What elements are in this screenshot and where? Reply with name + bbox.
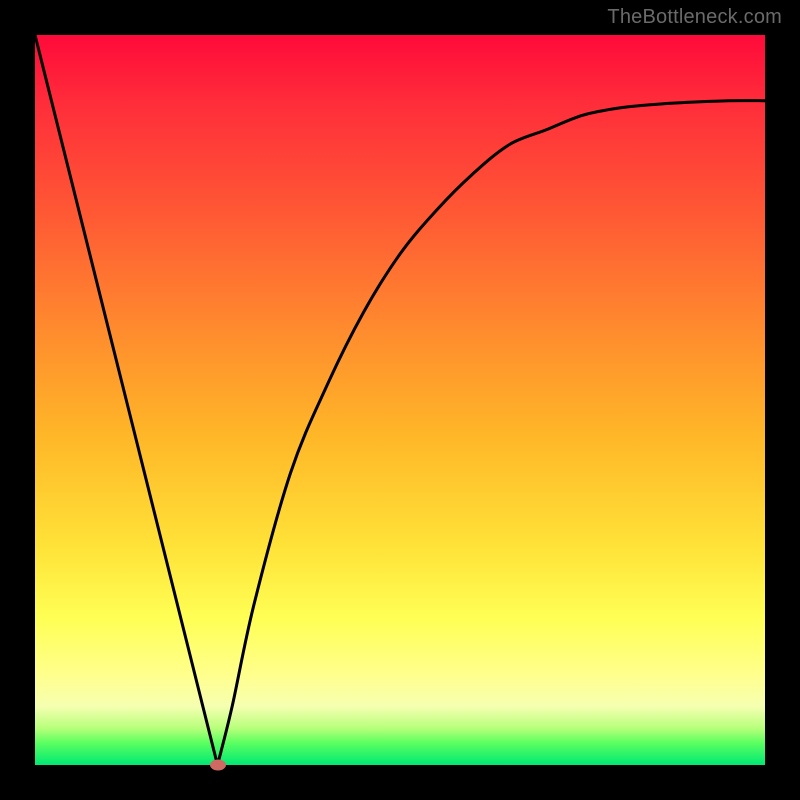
minimum-marker [210,760,226,771]
watermark-label: TheBottleneck.com [607,6,782,29]
plot-area [35,35,765,765]
chart-frame: TheBottleneck.com [0,0,800,800]
bottleneck-curve [35,35,765,765]
